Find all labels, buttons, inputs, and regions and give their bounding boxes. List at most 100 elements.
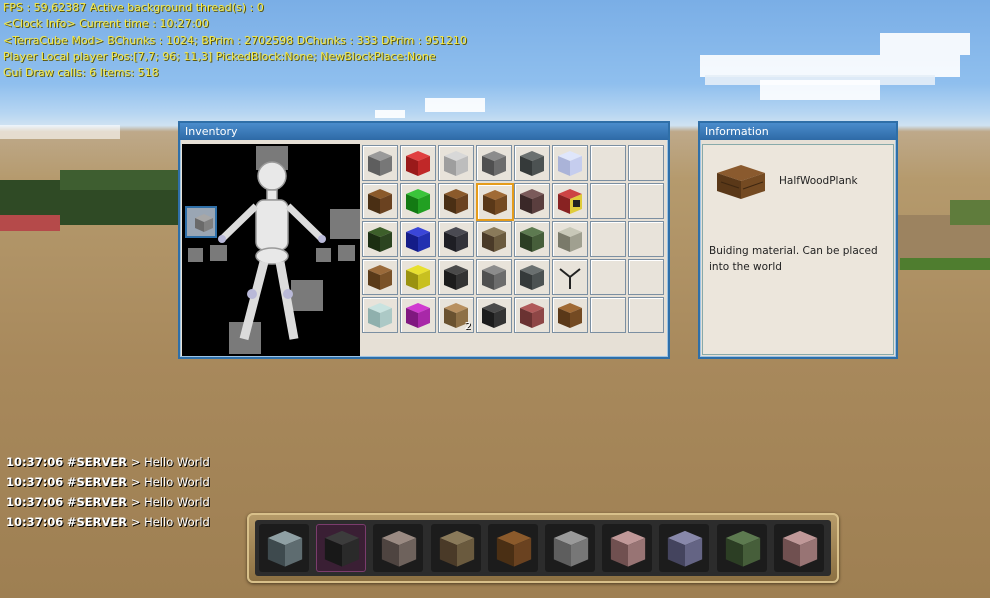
hotbar-slots[interactable]	[255, 520, 831, 576]
hotbar-slot[interactable]	[316, 524, 367, 572]
inventory-slot[interactable]	[514, 183, 550, 219]
hotbar-slot[interactable]	[659, 524, 710, 572]
inventory-slot[interactable]	[438, 183, 474, 219]
inventory-slot[interactable]	[628, 183, 664, 219]
hotbar-slot[interactable]	[259, 524, 309, 572]
character-doll	[182, 144, 360, 356]
chat-time: 10:37:06	[6, 515, 64, 529]
darkore-cube-icon	[518, 263, 546, 291]
yellow-cube-icon	[404, 263, 432, 291]
hotbar-slot[interactable]	[716, 524, 767, 572]
ore-cube-icon	[480, 149, 508, 177]
inventory-slot[interactable]: 2	[438, 297, 474, 333]
chat-message: Hello World	[144, 515, 210, 529]
inventory-slot[interactable]	[438, 221, 474, 257]
inventory-slot[interactable]	[514, 259, 550, 295]
inventory-slot[interactable]	[514, 145, 550, 181]
mossy-cube-icon	[366, 225, 394, 253]
halfplank-cube-icon	[481, 188, 509, 216]
hotbar[interactable]	[247, 513, 839, 583]
inventory-slot[interactable]	[514, 297, 550, 333]
hotbar-slot[interactable]	[373, 524, 424, 572]
stone-cube-icon	[366, 149, 394, 177]
debug-terracube: <TerraCube Mod> BChunks : 1024; BPrim : …	[3, 33, 467, 47]
inventory-slot[interactable]	[590, 183, 626, 219]
inventory-slot[interactable]	[590, 221, 626, 257]
information-title[interactable]: Information	[700, 123, 896, 140]
inventory-slot[interactable]	[514, 221, 550, 257]
inventory-slot[interactable]	[590, 297, 626, 333]
glass-cube-icon	[556, 149, 584, 177]
inventory-slot[interactable]	[476, 145, 512, 181]
chat-line: 10:37:06 #SERVER > Hello World	[6, 472, 210, 492]
mossystone-cube-icon	[518, 225, 546, 253]
chat-line: 10:37:06 #SERVER > Hello World	[6, 512, 210, 532]
inventory-slot[interactable]	[438, 259, 474, 295]
chat-time: 10:37:06	[6, 455, 64, 469]
inventory-title[interactable]: Inventory	[180, 123, 668, 140]
obsidian-cube-icon	[442, 225, 470, 253]
chat-sender: #SERVER	[66, 495, 128, 509]
debug-fps: FPS : 59,62387 Active background thread(…	[3, 1, 264, 14]
hotbar-slot[interactable]	[430, 524, 481, 572]
inventory-slot[interactable]	[476, 183, 514, 221]
inventory-slot[interactable]	[628, 221, 664, 257]
green-cube-icon	[404, 187, 432, 215]
lightstone-cube-icon	[442, 149, 470, 177]
inventory-slot[interactable]	[628, 259, 664, 295]
magenta-cube-icon	[404, 301, 432, 329]
tool-cube-icon	[556, 263, 584, 291]
debug-gui: Gui Draw calls: 6 Items: 518	[3, 66, 159, 80]
chat-message: Hello World	[144, 455, 210, 469]
chat-arrow: >	[130, 515, 141, 529]
inventory-slot[interactable]	[476, 259, 512, 295]
inventory-slot[interactable]	[438, 145, 474, 181]
inventory-slot[interactable]	[362, 183, 398, 219]
information-window[interactable]: Information HalfWoodPlank Buiding materi…	[698, 121, 898, 359]
inventory-slot[interactable]	[362, 259, 398, 295]
chat-sender: #SERVER	[66, 515, 128, 529]
inventory-slot[interactable]	[590, 145, 626, 181]
inventory-slot[interactable]	[552, 145, 588, 181]
inventory-slot[interactable]	[400, 183, 436, 219]
inventory-slot[interactable]	[400, 297, 436, 333]
inventory-slot[interactable]	[400, 221, 436, 257]
inventory-slot[interactable]	[362, 221, 398, 257]
inventory-slot[interactable]	[400, 145, 436, 181]
hotbar-slot[interactable]	[545, 524, 595, 572]
hotbar-slot[interactable]	[487, 524, 538, 572]
inventory-slot[interactable]	[476, 297, 512, 333]
chat-line: 10:37:06 #SERVER > Hello World	[6, 452, 210, 472]
mossystone-cube-icon	[723, 528, 763, 568]
inventory-slot[interactable]	[476, 221, 512, 257]
gravel-cube-icon	[556, 225, 584, 253]
inventory-slot[interactable]	[362, 145, 398, 181]
debug-overlay: FPS : 59,62387 Active background thread(…	[3, 0, 467, 81]
debug-player: Player Local player Pos:[7,7; 96; 11,3] …	[3, 49, 436, 63]
inventory-slot[interactable]	[400, 259, 436, 295]
inventory-window[interactable]: Inventory 2	[178, 121, 670, 359]
diamondore-cube-icon	[265, 528, 305, 568]
inventory-slot[interactable]	[628, 145, 664, 181]
inventory-slot[interactable]	[552, 183, 588, 219]
item-description: Buiding material. Can be placed into the…	[709, 245, 878, 273]
hotbar-slot[interactable]	[773, 524, 824, 572]
inventory-slot[interactable]	[552, 297, 588, 333]
pinkstone-cube-icon	[780, 528, 820, 568]
blue-cube-icon	[404, 225, 432, 253]
inventory-slot[interactable]	[552, 221, 588, 257]
chat-line: 10:37:06 #SERVER > Hello World	[6, 492, 210, 512]
inventory-slot[interactable]	[362, 297, 398, 333]
chat-message: Hello World	[144, 495, 210, 509]
chat-message: Hello World	[144, 475, 210, 489]
chat-time: 10:37:06	[6, 495, 64, 509]
red-cube-icon	[404, 149, 432, 177]
inventory-slot[interactable]	[590, 259, 626, 295]
chat-time: 10:37:06	[6, 475, 64, 489]
inventory-slot[interactable]	[628, 297, 664, 333]
wood-cube-icon	[442, 187, 470, 215]
wood-cube-icon	[494, 528, 534, 568]
brick-cube-icon	[518, 301, 546, 329]
inventory-slot[interactable]	[552, 259, 588, 295]
hotbar-slot[interactable]	[602, 524, 653, 572]
